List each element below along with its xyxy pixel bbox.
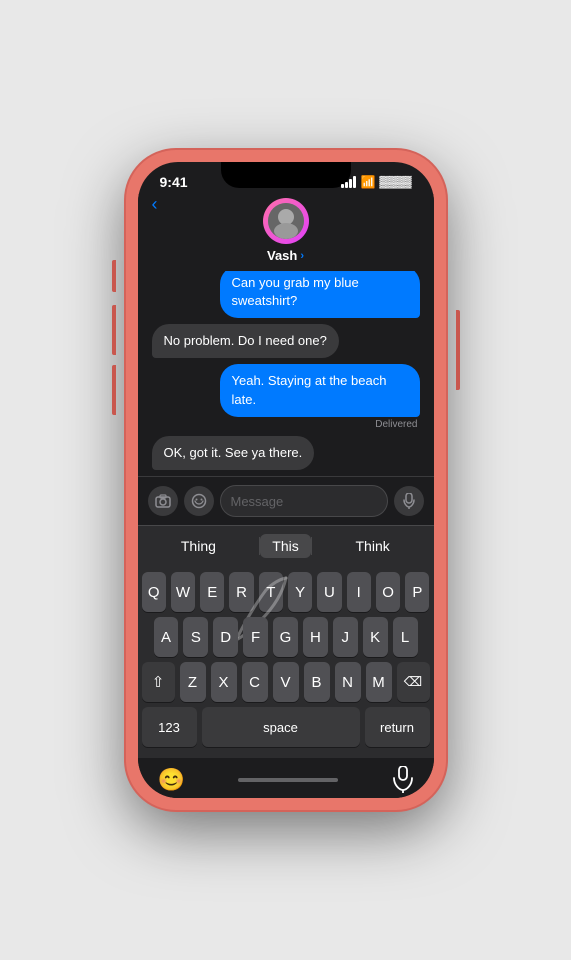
bubble-received-2[interactable]: OK, got it. See ya there.	[152, 436, 315, 470]
pred-word-1[interactable]: Thing	[138, 538, 260, 554]
chevron-right-icon: ›	[300, 250, 304, 262]
volume-up-button	[112, 305, 116, 355]
input-bar: Message	[138, 476, 434, 525]
bubble-sent[interactable]: Can you grab my blue sweatshirt?	[220, 271, 420, 318]
keyboard-row-1: Q W E R T Y U I O P	[142, 572, 430, 612]
camera-button[interactable]	[148, 486, 178, 516]
keyboard-mic-icon[interactable]	[392, 766, 414, 794]
signal-icon	[341, 176, 356, 188]
camera-icon	[155, 494, 171, 508]
battery-icon: ▓▓▓▓	[379, 176, 411, 188]
key-d[interactable]: D	[213, 617, 238, 657]
contact-name[interactable]: Vash ›	[267, 248, 304, 263]
mic-button[interactable]	[394, 486, 424, 516]
key-u[interactable]: U	[317, 572, 341, 612]
mute-button	[112, 260, 116, 292]
key-m[interactable]: M	[366, 662, 392, 702]
received-message-2: OK, got it. See ya there.	[148, 436, 424, 470]
key-s[interactable]: S	[183, 617, 208, 657]
status-time: 9:41	[160, 174, 188, 190]
bubble-received[interactable]: No problem. Do I need one?	[152, 324, 339, 358]
bottom-bar: 😊	[138, 758, 434, 798]
key-v[interactable]: V	[273, 662, 299, 702]
phone-screen: 9:41 📶 ▓▓▓▓ ‹	[138, 162, 434, 798]
key-q[interactable]: Q	[142, 572, 166, 612]
space-key[interactable]: space	[202, 707, 360, 747]
key-l[interactable]: L	[393, 617, 418, 657]
key-w[interactable]: W	[171, 572, 195, 612]
delivered-label: Delivered	[375, 419, 417, 430]
key-y[interactable]: Y	[288, 572, 312, 612]
pred-word-3[interactable]: Think	[312, 538, 434, 554]
messages-header: ‹ Vash ›	[138, 194, 434, 271]
key-c[interactable]: C	[242, 662, 268, 702]
messages-area: Can you grab my blue sweatshirt? No prob…	[138, 271, 434, 476]
numbers-key[interactable]: 123	[142, 707, 197, 747]
predictive-bar: Thing This Think	[138, 525, 434, 566]
avatar	[263, 198, 309, 244]
emoji-button[interactable]: 😊	[158, 767, 185, 793]
bubble-sent-2[interactable]: Yeah. Staying at the beach late.	[220, 364, 420, 416]
back-button[interactable]: ‹	[152, 194, 158, 215]
home-indicator	[238, 778, 338, 782]
keyboard-row-4: 123 space return	[142, 707, 430, 747]
sticker-button[interactable]	[184, 486, 214, 516]
key-o[interactable]: O	[376, 572, 400, 612]
volume-down-button	[112, 365, 116, 415]
key-x[interactable]: X	[211, 662, 237, 702]
shift-key[interactable]: ⇧	[142, 662, 175, 702]
key-f[interactable]: F	[243, 617, 268, 657]
notch	[221, 162, 351, 188]
keyboard: Q W E R T Y U I O P	[138, 566, 434, 758]
sent-message-1: Can you grab my blue sweatshirt?	[148, 271, 424, 318]
key-g[interactable]: G	[273, 617, 298, 657]
key-t[interactable]: T	[259, 572, 283, 612]
keyboard-row-3: ⇧ Z X C V B N M ⌫	[142, 662, 430, 702]
avatar-svg	[268, 203, 304, 239]
key-j[interactable]: J	[333, 617, 358, 657]
key-b[interactable]: B	[304, 662, 330, 702]
avatar-image	[268, 203, 304, 239]
message-placeholder: Message	[231, 494, 284, 509]
key-i[interactable]: I	[347, 572, 371, 612]
mic-icon	[403, 493, 415, 509]
key-r[interactable]: R	[229, 572, 253, 612]
status-icons: 📶 ▓▓▓▓	[341, 175, 411, 189]
keyboard-row-2: A S D F G H J K L	[142, 617, 430, 657]
wifi-icon: 📶	[360, 175, 375, 189]
return-key[interactable]: return	[365, 707, 430, 747]
status-bar: 9:41 📶 ▓▓▓▓	[138, 162, 434, 194]
message-input[interactable]: Message	[220, 485, 388, 517]
phone-frame: 9:41 📶 ▓▓▓▓ ‹	[126, 150, 446, 810]
key-z[interactable]: Z	[180, 662, 206, 702]
key-e[interactable]: E	[200, 572, 224, 612]
key-p[interactable]: P	[405, 572, 429, 612]
sticker-icon	[191, 493, 207, 509]
sent-message-2: Yeah. Staying at the beach late.	[148, 364, 424, 416]
key-h[interactable]: H	[303, 617, 328, 657]
power-button	[456, 310, 460, 390]
key-k[interactable]: K	[363, 617, 388, 657]
key-a[interactable]: A	[154, 617, 179, 657]
received-message-1: No problem. Do I need one?	[148, 324, 424, 358]
key-n[interactable]: N	[335, 662, 361, 702]
delete-key[interactable]: ⌫	[397, 662, 430, 702]
pred-word-2[interactable]: This	[260, 534, 310, 558]
